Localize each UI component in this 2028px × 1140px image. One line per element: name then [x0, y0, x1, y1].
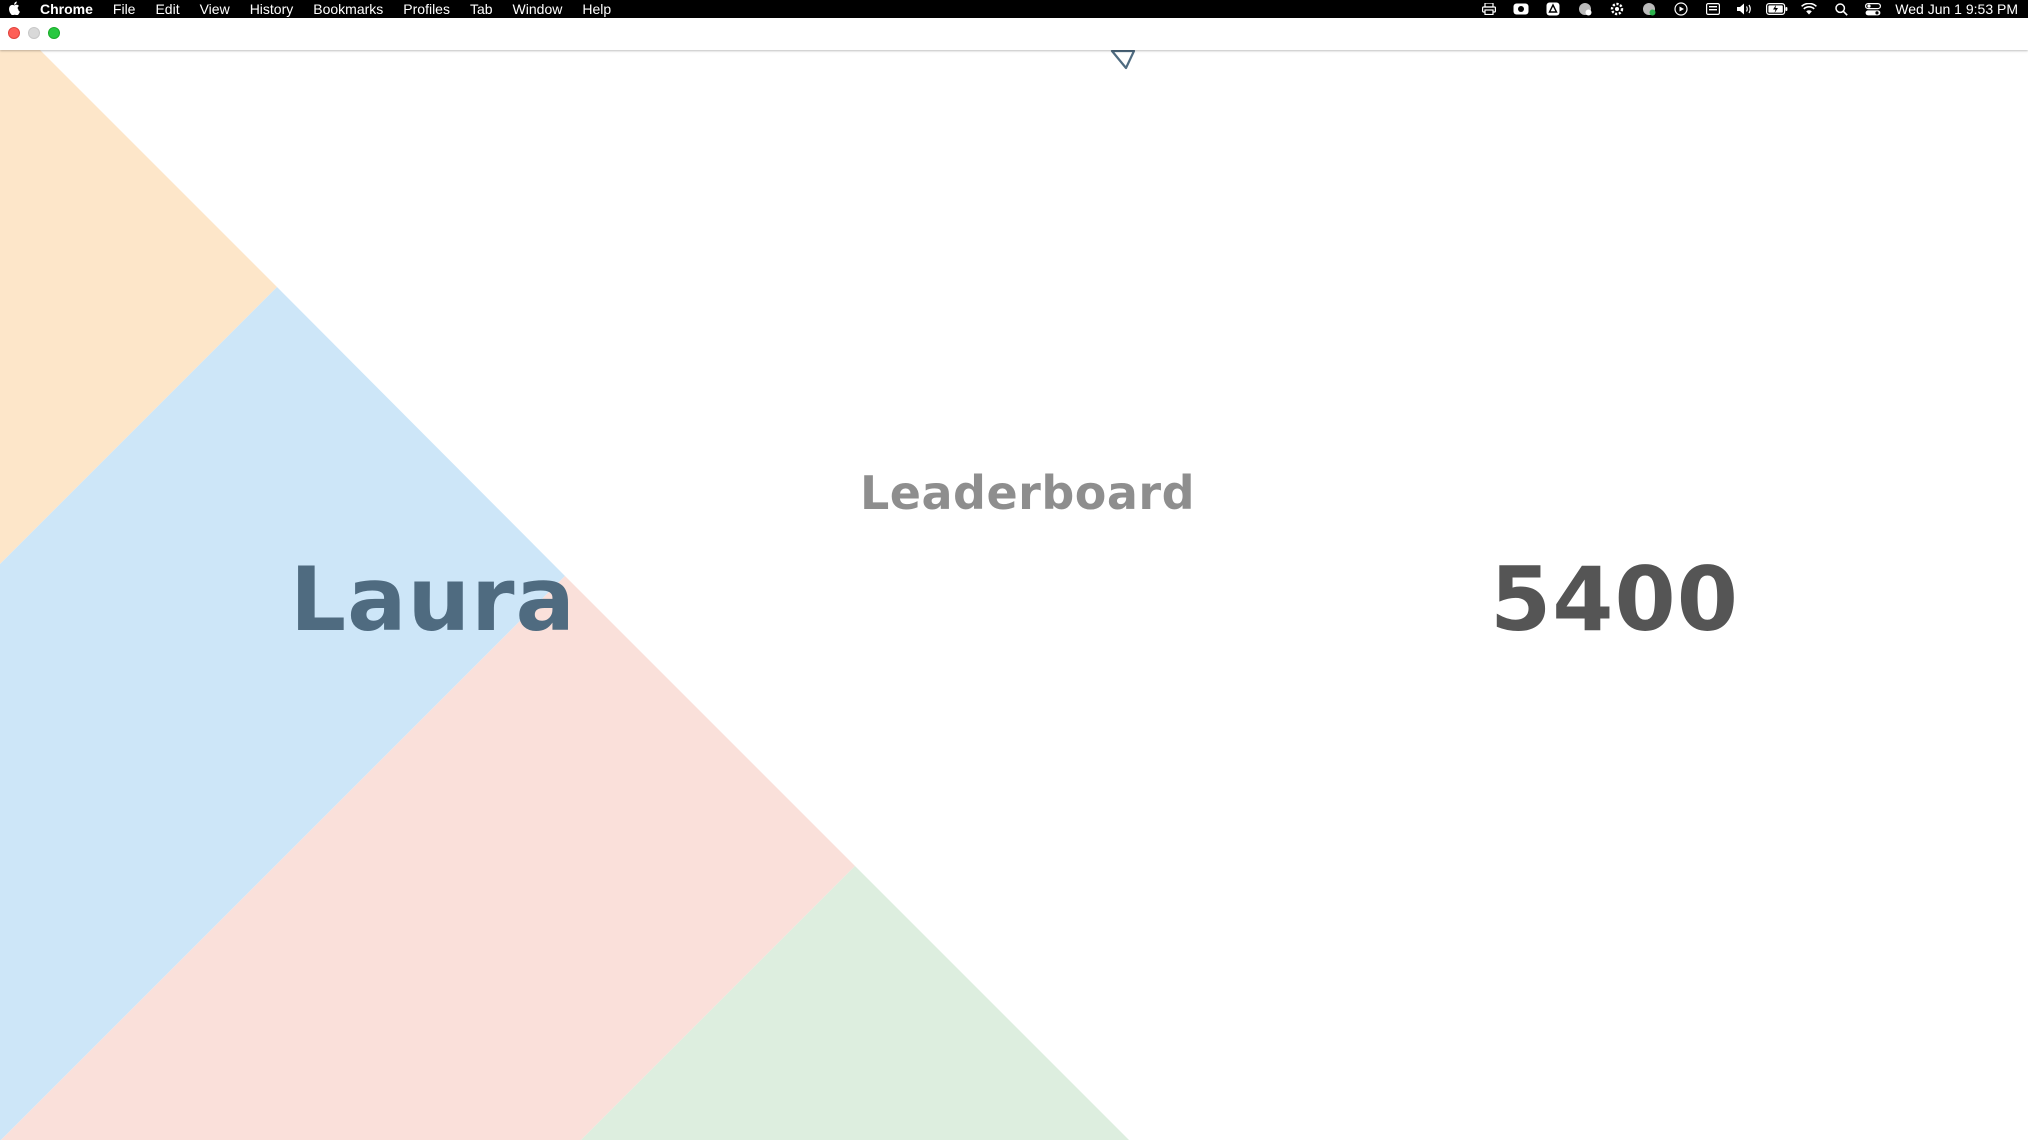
menu-history[interactable]: History [240, 0, 304, 18]
menu-file[interactable]: File [103, 0, 146, 18]
menu-clock[interactable]: Wed Jun 1 9:53 PM [1889, 1, 2018, 17]
drive-icon[interactable] [1537, 0, 1569, 18]
leaderboard-page: Leaderboard Laura 5400 [0, 50, 2028, 1140]
wifi-icon[interactable] [1793, 0, 1825, 18]
menu-window[interactable]: Window [503, 0, 573, 18]
window-close-button[interactable] [8, 27, 20, 39]
status-area: Wed Jun 1 9:53 PM [1473, 0, 2028, 18]
control-center-icon[interactable] [1857, 0, 1889, 18]
menu-app-name[interactable]: Chrome [26, 0, 103, 18]
gear-icon[interactable] [1601, 0, 1633, 18]
network-icon[interactable] [1633, 0, 1665, 18]
apple-icon [8, 1, 20, 18]
keyboard-icon[interactable] [1697, 0, 1729, 18]
leaderboard-title: Leaderboard [860, 466, 1196, 520]
battery-icon[interactable] [1761, 0, 1793, 18]
browser-window-bar [0, 18, 2028, 50]
player-score: 5400 [1490, 548, 1739, 651]
play-icon[interactable] [1665, 0, 1697, 18]
apple-menu[interactable] [0, 1, 26, 18]
camera-icon[interactable] [1505, 0, 1537, 18]
menu-bookmarks[interactable]: Bookmarks [303, 0, 393, 18]
menu-tab[interactable]: Tab [460, 0, 503, 18]
printer-icon[interactable] [1473, 0, 1505, 18]
triangle-pointer-icon [1110, 50, 1136, 70]
player-name: Laura [290, 548, 576, 651]
menu-help[interactable]: Help [572, 0, 621, 18]
search-icon[interactable] [1825, 0, 1857, 18]
volume-icon[interactable] [1729, 0, 1761, 18]
window-maximize-button[interactable] [48, 27, 60, 39]
menu-profiles[interactable]: Profiles [393, 0, 460, 18]
globe-icon[interactable] [1569, 0, 1601, 18]
menu-bar: Chrome File Edit View History Bookmarks … [0, 0, 2028, 18]
menu-edit[interactable]: Edit [145, 0, 189, 18]
window-minimize-button[interactable] [28, 27, 40, 39]
menu-view[interactable]: View [190, 0, 240, 18]
